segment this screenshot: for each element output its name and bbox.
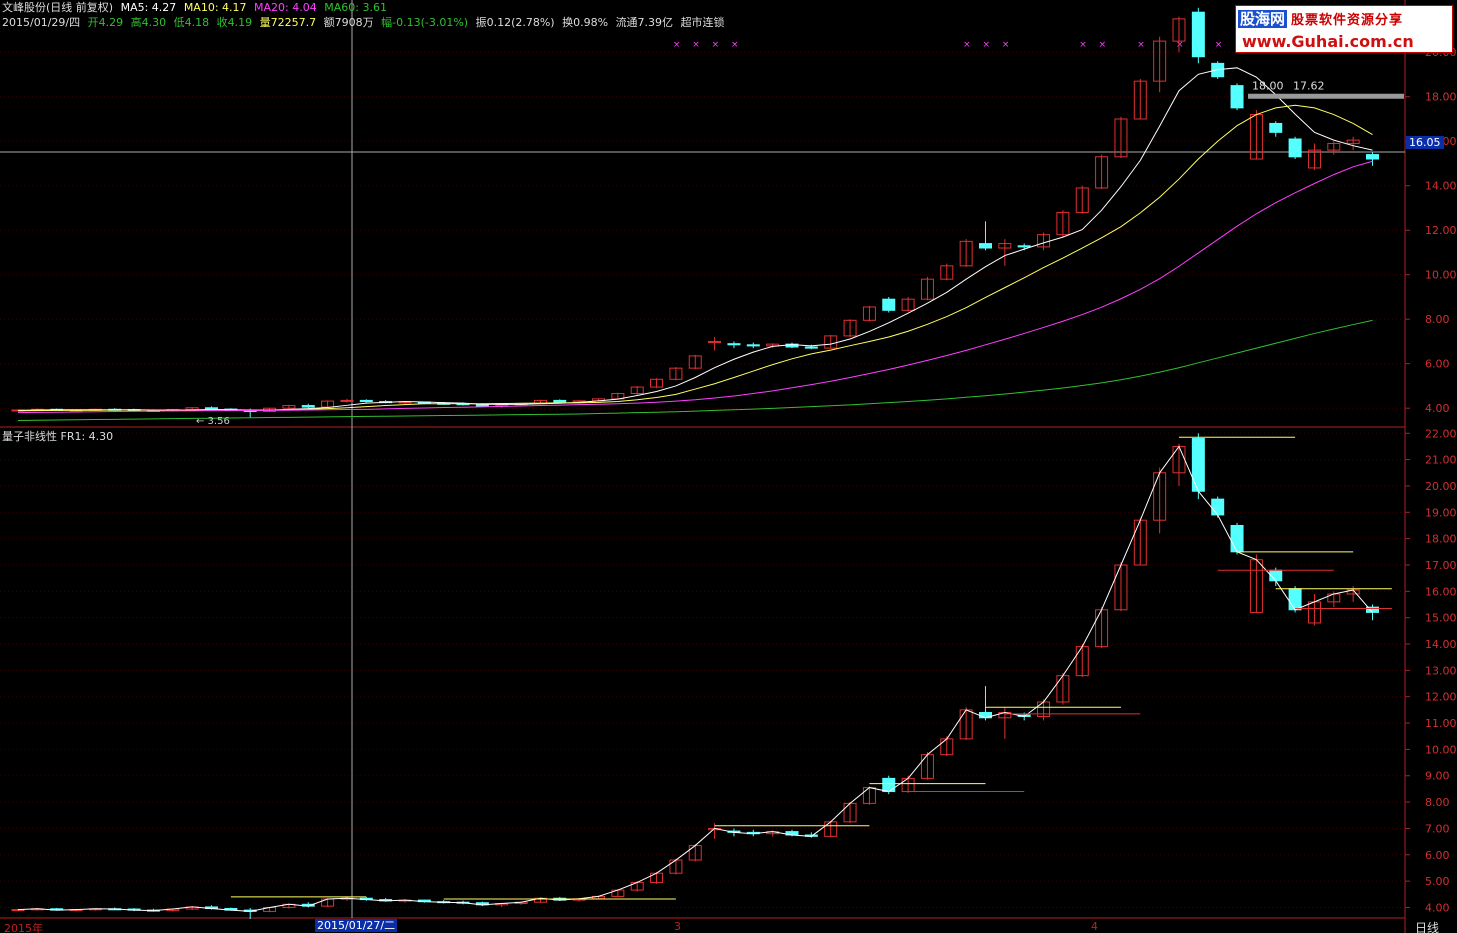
candle-body [1211,498,1225,516]
y-tick-label: 8.00 [1425,313,1450,326]
signal-marker: × [731,40,739,50]
signal-marker: × [1002,40,1010,50]
quote-header: 2015/01/29/四 开4.29 高4.30 低4.18 收4.19 量72… [2,16,729,30]
quote-turnover: 换0.98% [562,16,609,29]
y-tick-label: 22.00 [1425,427,1457,440]
y-tick-label: 11.00 [1425,717,1457,730]
watermark-logo: 股海网 股票软件资源分享 www.Guhai.com.cn [1235,5,1453,53]
candle-body [727,343,741,346]
y-tick-label: 19.00 [1425,506,1457,519]
candle-body [340,399,354,402]
ma60-label: MA60: 3.61 [324,1,387,14]
y-tick-label: 4.00 [1425,402,1450,415]
chart-canvas[interactable]: 4.00 6.00 8.00 10.00 12.00 14.00 16.00 18.00 20.… [0,0,1457,933]
low-price-label: ← 3.56 [196,416,230,427]
signal-marker: × [963,40,971,50]
level-a-label: 18.00 [1252,80,1284,93]
y-tick-label: 18.00 [1425,533,1457,546]
y-tick-label: 14.00 [1425,638,1457,651]
y-tick-label: 5.00 [1425,875,1450,888]
candle-body [1269,122,1283,133]
candle-body [746,344,760,347]
signal-marker: × [673,40,681,50]
ma-line-ma20 [17,160,1373,414]
y-tick-label: 4.00 [1425,901,1450,914]
candle-body [1288,138,1302,158]
signal-marker: × [1215,40,1223,50]
quote-volume: 量72257.7 [259,16,317,29]
watermark-url: www.Guhai.com.cn [1242,32,1414,51]
candle-body [1191,11,1205,58]
quote-sector: 超市连锁 [680,16,725,29]
signal-marker: × [1137,40,1145,50]
y-tick-label: 8.00 [1425,796,1450,809]
close-line [17,445,1373,912]
quote-open: 开4.29 [87,16,124,29]
tab-daily[interactable]: 日线 [1415,919,1439,933]
y-tick-label: 12.00 [1425,224,1457,237]
candle-body [979,243,992,249]
signal-marker: × [712,40,720,50]
y-tick-label: 13.00 [1425,664,1457,677]
ma20-label: MA20: 4.04 [254,1,317,14]
y-tick-label: 6.00 [1425,358,1450,371]
ma10-label: MA10: 4.17 [183,1,247,14]
quote-change: 幅-0.13(-3.01%) [381,16,469,29]
candle-body [882,298,896,311]
quote-low: 低4.18 [173,16,210,29]
x-label-april: 4 [1091,920,1098,933]
y-tick-label: 15.00 [1425,612,1457,625]
x-label-year: 2015年 [4,922,43,933]
signal-marker: × [1079,40,1087,50]
quote-close: 收4.19 [216,16,253,29]
crosshair-price-label: 16.05 [1406,136,1444,149]
stock-chart-window: { "header": { "title": "文峰股份(日线 前复权)", "… [0,0,1457,933]
candle-body [1191,438,1205,492]
y-tick-label: 21.00 [1425,454,1457,467]
candle-body [1230,85,1244,109]
candle-body [804,346,818,349]
ma5-label: MA5: 4.27 [120,1,177,14]
level-bar [1248,93,1404,99]
crosshair-date-label: 2015/01/27/二 [315,919,398,932]
signal-marker: × [692,40,700,50]
y-tick-label: 16.00 [1425,585,1457,598]
stock-title: 文峰股份(日线 前复权) [2,1,114,14]
signal-marker: × [983,40,991,50]
level-b-label: 17.62 [1293,80,1325,93]
y-tick-label: 14.00 [1425,180,1457,193]
y-tick-label: 20.00 [1425,480,1457,493]
y-tick-label: 6.00 [1425,849,1450,862]
quote-high: 高4.30 [130,16,167,29]
watermark-brand: 股海网 [1238,10,1288,28]
candle-body [205,407,218,410]
candle-body [301,405,315,408]
quote-float: 流通7.39亿 [615,16,674,29]
signal-marker: × [1099,40,1107,50]
ma-line-ma60 [17,319,1373,421]
x-label-march: 3 [674,920,681,933]
quote-date: 2015/01/29/四 [2,16,81,29]
y-tick-label: 18.00 [1425,91,1457,104]
quote-amplitude: 振0.12(2.78%) [475,16,555,29]
lower-header: 量子非线性 FR1: 4.30 [2,430,114,443]
candle-body [1366,154,1379,160]
candle-body [553,399,567,403]
y-tick-label: 12.00 [1425,691,1457,704]
candle-body [1230,524,1244,553]
watermark-slogan: 股票软件资源分享 [1291,13,1404,28]
upper-header: 文峰股份(日线 前复权) MA5: 4.27 MA10: 4.17 MA20: … [2,1,391,15]
quote-amount: 额7908万 [323,16,374,29]
candle-body [1017,245,1031,248]
y-tick-label: 10.00 [1425,269,1457,282]
candle-body [359,399,373,403]
y-tick-label: 17.00 [1425,559,1457,572]
y-tick-label: 10.00 [1425,743,1457,756]
y-tick-label: 7.00 [1425,822,1450,835]
candle-body [1288,588,1302,611]
candle-body [882,777,896,793]
y-tick-label: 9.00 [1425,770,1450,783]
